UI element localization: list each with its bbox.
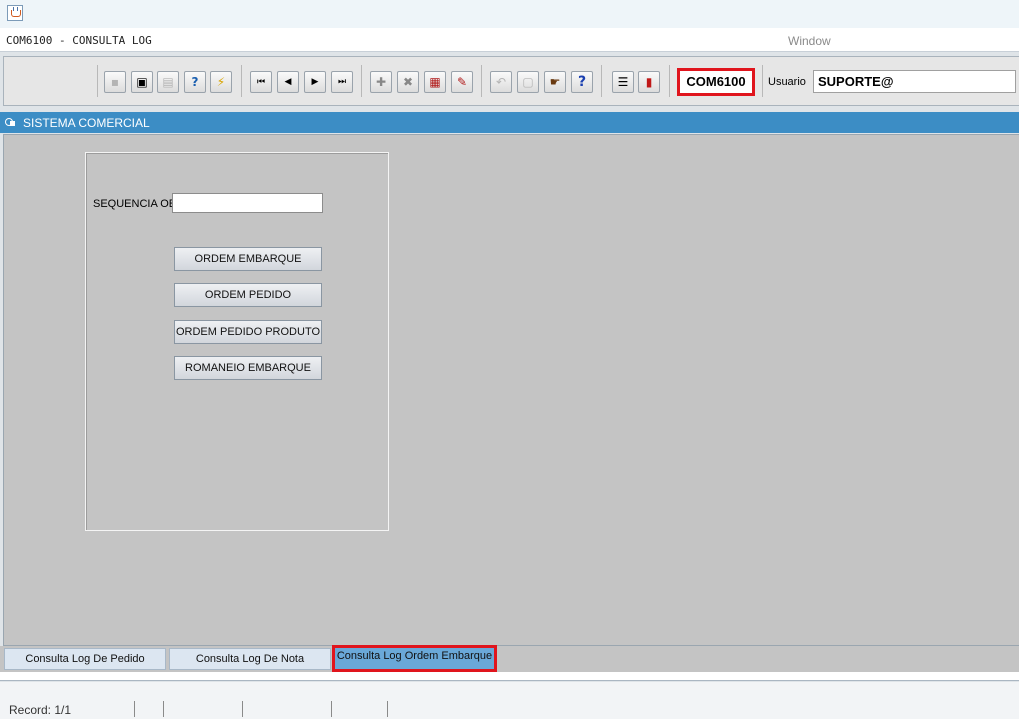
tab-consulta-log-nota[interactable]: Consulta Log De Nota <box>169 648 331 670</box>
exit-button[interactable]: ▮ <box>638 71 660 93</box>
system-icon <box>5 118 15 127</box>
toolbar-group-misc: ↶ ▢ ☛ ? <box>481 65 601 97</box>
user-field[interactable]: SUPORTE@ <box>813 70 1016 93</box>
enter-query-button[interactable]: ? <box>184 71 206 93</box>
first-record-icon: ⏮ <box>256 77 266 87</box>
status-gap <box>0 672 1019 681</box>
toolbar-divider <box>762 65 763 97</box>
first-record-button[interactable]: ⏮ <box>250 71 272 93</box>
ordem-pedido-button[interactable]: ORDEM PEDIDO <box>174 283 322 307</box>
toolbar: ▪ ▣ ▤ ? ⚡ ⏮ ◀ ▶ ⏭ ✚ ✖ ▦ ✎ ↶ ▢ ☛ ? ☰ ▮ CO… <box>3 56 1019 106</box>
execute-query-button[interactable]: ⚡ <box>210 71 232 93</box>
record-indicator: Record: 1/1 <box>9 703 72 717</box>
save-button[interactable]: ▪ <box>104 71 126 93</box>
next-record-icon: ▶ <box>311 77 319 87</box>
last-record-icon: ⏭ <box>337 77 347 87</box>
query-panel: SEQUENCIA OE ORDEM EMBARQUE ORDEM PEDIDO… <box>85 152 389 531</box>
last-record-button[interactable]: ⏭ <box>331 71 353 93</box>
work-area: SEQUENCIA OE ORDEM EMBARQUE ORDEM PEDIDO… <box>3 134 1019 646</box>
toolbar-group-edit: ✚ ✖ ▦ ✎ <box>361 65 481 97</box>
window-title: COM6100 - CONSULTA LOG <box>6 34 152 47</box>
module-code: COM6100 <box>677 68 755 96</box>
delete-record-icon: ✖ <box>402 75 414 89</box>
window-icon: ▣ <box>136 75 148 89</box>
ordem-pedido-produto-button[interactable]: ORDEM PEDIDO PRODUTO <box>174 320 322 344</box>
clipboard-icon: ▢ <box>522 75 534 89</box>
status-separator <box>387 701 388 717</box>
window-button[interactable]: ▣ <box>131 71 153 93</box>
hand-pointer-button[interactable]: ☛ <box>544 71 566 93</box>
sequence-label: SEQUENCIA OE <box>93 198 177 210</box>
help-icon: ? <box>577 74 587 90</box>
section-title: SISTEMA COMERCIAL <box>23 116 150 130</box>
previous-record-button[interactable]: ◀ <box>277 71 299 93</box>
status-bar: Record: 1/1 <box>0 682 1019 719</box>
romaneio-embarque-button[interactable]: ROMANEIO EMBARQUE <box>174 356 322 380</box>
menu-bar: COM6100 - CONSULTA LOG Window <box>0 28 1019 52</box>
status-separator <box>163 701 164 717</box>
menu-button[interactable]: ☰ <box>612 71 634 93</box>
delete-record-button[interactable]: ✖ <box>397 71 419 93</box>
section-header: SISTEMA COMERCIAL <box>0 112 1019 133</box>
toolbar-group-record: ▪ ▣ ▤ ? ⚡ <box>97 65 241 97</box>
tab-consulta-log-ordem-embarque[interactable]: Consulta Log Ordem Embarque <box>332 645 497 672</box>
undo-button[interactable]: ↶ <box>490 71 512 93</box>
execute-query-icon: ⚡ <box>216 75 226 89</box>
java-app-icon <box>7 5 23 21</box>
help-button[interactable]: ? <box>571 71 593 93</box>
toolbar-group-menu: ☰ ▮ <box>601 65 669 97</box>
print-icon: ▤ <box>162 75 174 89</box>
menu-icon: ☰ <box>617 75 629 89</box>
save-icon: ▪ <box>110 75 120 89</box>
list-values-icon: ▦ <box>429 75 441 89</box>
toolbar-group-navigation: ⏮ ◀ ▶ ⏭ <box>241 65 361 97</box>
previous-record-icon: ◀ <box>284 77 292 87</box>
clipboard-button[interactable]: ▢ <box>517 71 539 93</box>
print-button[interactable]: ▤ <box>157 71 179 93</box>
sequence-input[interactable] <box>172 193 323 213</box>
exit-door-icon: ▮ <box>645 75 653 89</box>
status-separator <box>242 701 243 717</box>
undo-icon: ↶ <box>495 75 507 89</box>
next-record-button[interactable]: ▶ <box>304 71 326 93</box>
hand-pointer-icon: ☛ <box>549 75 561 89</box>
edit-button[interactable]: ✎ <box>451 71 473 93</box>
enter-query-icon: ? <box>191 75 199 89</box>
edit-icon: ✎ <box>456 75 468 89</box>
tab-consulta-log-pedido[interactable]: Consulta Log De Pedido <box>4 648 166 670</box>
status-separator <box>134 701 135 717</box>
title-bar <box>0 0 1019 28</box>
insert-record-icon: ✚ <box>375 75 387 89</box>
status-separator <box>331 701 332 717</box>
user-label: Usuario <box>768 76 806 88</box>
list-values-button[interactable]: ▦ <box>424 71 446 93</box>
menu-item-window[interactable]: Window <box>788 34 831 48</box>
insert-record-button[interactable]: ✚ <box>370 71 392 93</box>
tab-bar: Consulta Log De Pedido Consulta Log De N… <box>0 645 1019 672</box>
ordem-embarque-button[interactable]: ORDEM EMBARQUE <box>174 247 322 271</box>
